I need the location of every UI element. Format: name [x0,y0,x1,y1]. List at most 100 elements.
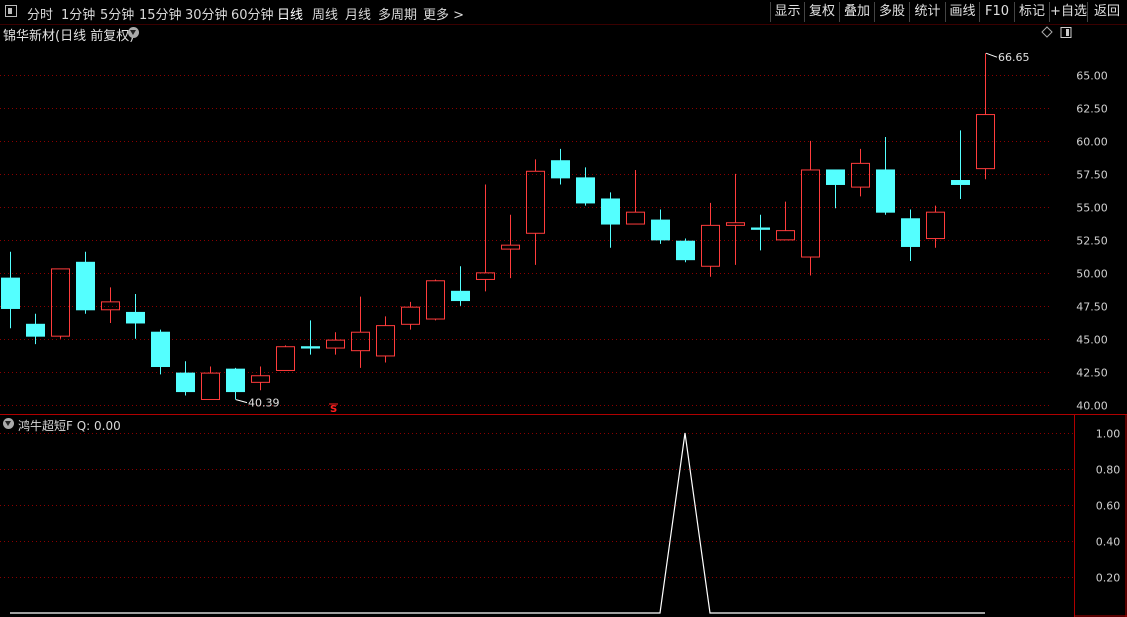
candlesticks [1,53,995,400]
indicator-tick-label: 0.40 [1096,536,1121,549]
candle [701,202,720,277]
candle [426,279,445,321]
candle [951,130,970,199]
price-tick-label: 60.00 [1076,136,1108,149]
candle [926,205,945,248]
candle [476,184,495,292]
candle [251,366,270,391]
candle-body-up [326,339,345,349]
price-tick-label: 65.00 [1076,70,1108,83]
candle [526,159,545,265]
low-label: 40.39 [248,397,280,410]
candle [1,251,20,329]
candle-body-down [951,180,970,185]
candle-body-up [776,230,795,241]
indicator-tick-label: 0.20 [1096,572,1121,585]
price-tick-label: 45.00 [1076,334,1108,347]
indicator-series [10,432,985,614]
indicator-tick-label: 0.60 [1096,500,1121,513]
candle [826,169,845,209]
candle-body-down [601,198,620,225]
candle-body-up [626,211,645,225]
candle [876,136,895,215]
diamond-icon[interactable] [1041,26,1053,38]
candle-body-down [826,169,845,185]
candle [26,313,45,345]
indicator-dropdown-icon[interactable] [3,418,14,429]
candle-body-up [526,170,545,234]
candle-body-down [751,227,770,230]
candle-body-down [151,331,170,368]
candle [326,332,345,355]
candle [176,361,195,396]
candle [551,148,570,185]
candle [276,345,295,371]
candle-body-down [576,177,595,204]
candle-body-up [926,211,945,240]
indicator-line [10,432,985,614]
high-marker: 66.65 [985,51,1030,64]
price-axis: 65.00 62.50 60.00 57.50 55.00 52.50 50.00 47.50… [1076,70,1108,413]
s-signal-marker: S [330,404,337,415]
candle [651,209,670,244]
low-marker: 40.39 [235,397,280,410]
candle-body-down [451,290,470,302]
candle [576,167,595,206]
candle-body-up [726,222,745,226]
price-tick-label: 57.50 [1076,169,1108,182]
candle-body-up [276,346,295,371]
candle-body-up [476,272,495,280]
candle [676,238,695,263]
candle [776,201,795,241]
candle [51,268,70,339]
candle-body-down [551,160,570,179]
candle [801,140,820,276]
candle [751,214,770,251]
indicator-title: 鸿牛超短F Q: 0.00 [18,419,121,433]
price-tick-label: 42.50 [1076,367,1108,380]
candle-body-up [501,244,520,250]
candle-body-up [701,224,720,267]
candle-body-up [801,169,820,258]
indicator-axis: 1.00 0.80 0.60 0.40 0.20 [1096,428,1121,585]
candle [126,293,145,339]
candle-body-down [1,277,20,309]
candle [351,296,370,368]
candle-body-down [301,346,320,349]
indicator-tick-label: 1.00 [1096,428,1121,441]
candle-body-down [901,218,920,247]
candle-body-down [676,240,695,261]
candle [851,148,870,197]
candle-body-up [51,268,70,337]
candle-body-down [876,169,895,213]
candle [901,209,920,261]
candle [376,316,395,363]
price-tick-label: 47.50 [1076,301,1108,314]
candle [226,367,245,400]
panel-toggle-icon[interactable] [1060,27,1072,38]
candle [626,169,645,225]
candle-body-up [201,372,220,400]
candle [76,251,95,314]
candle [301,320,320,355]
candle [151,329,170,375]
candle-body-down [126,311,145,324]
candle-body-up [426,280,445,320]
candle [976,53,995,180]
indicator-tick-label: 0.80 [1096,464,1121,477]
candle [726,173,745,265]
indicator-grid [0,433,1074,578]
candle-body-down [226,368,245,393]
price-tick-label: 50.00 [1076,268,1108,281]
candle-body-down [26,323,45,337]
candle-body-up [251,375,270,383]
price-tick-label: 62.50 [1076,103,1108,116]
candle [101,287,120,323]
candle [601,192,620,248]
candle-body-up [351,331,370,352]
price-tick-label: 52.50 [1076,235,1108,248]
candle-body-up [976,114,995,170]
candle-body-up [851,162,870,188]
candle-body-up [401,306,420,325]
price-tick-label: 55.00 [1076,202,1108,215]
